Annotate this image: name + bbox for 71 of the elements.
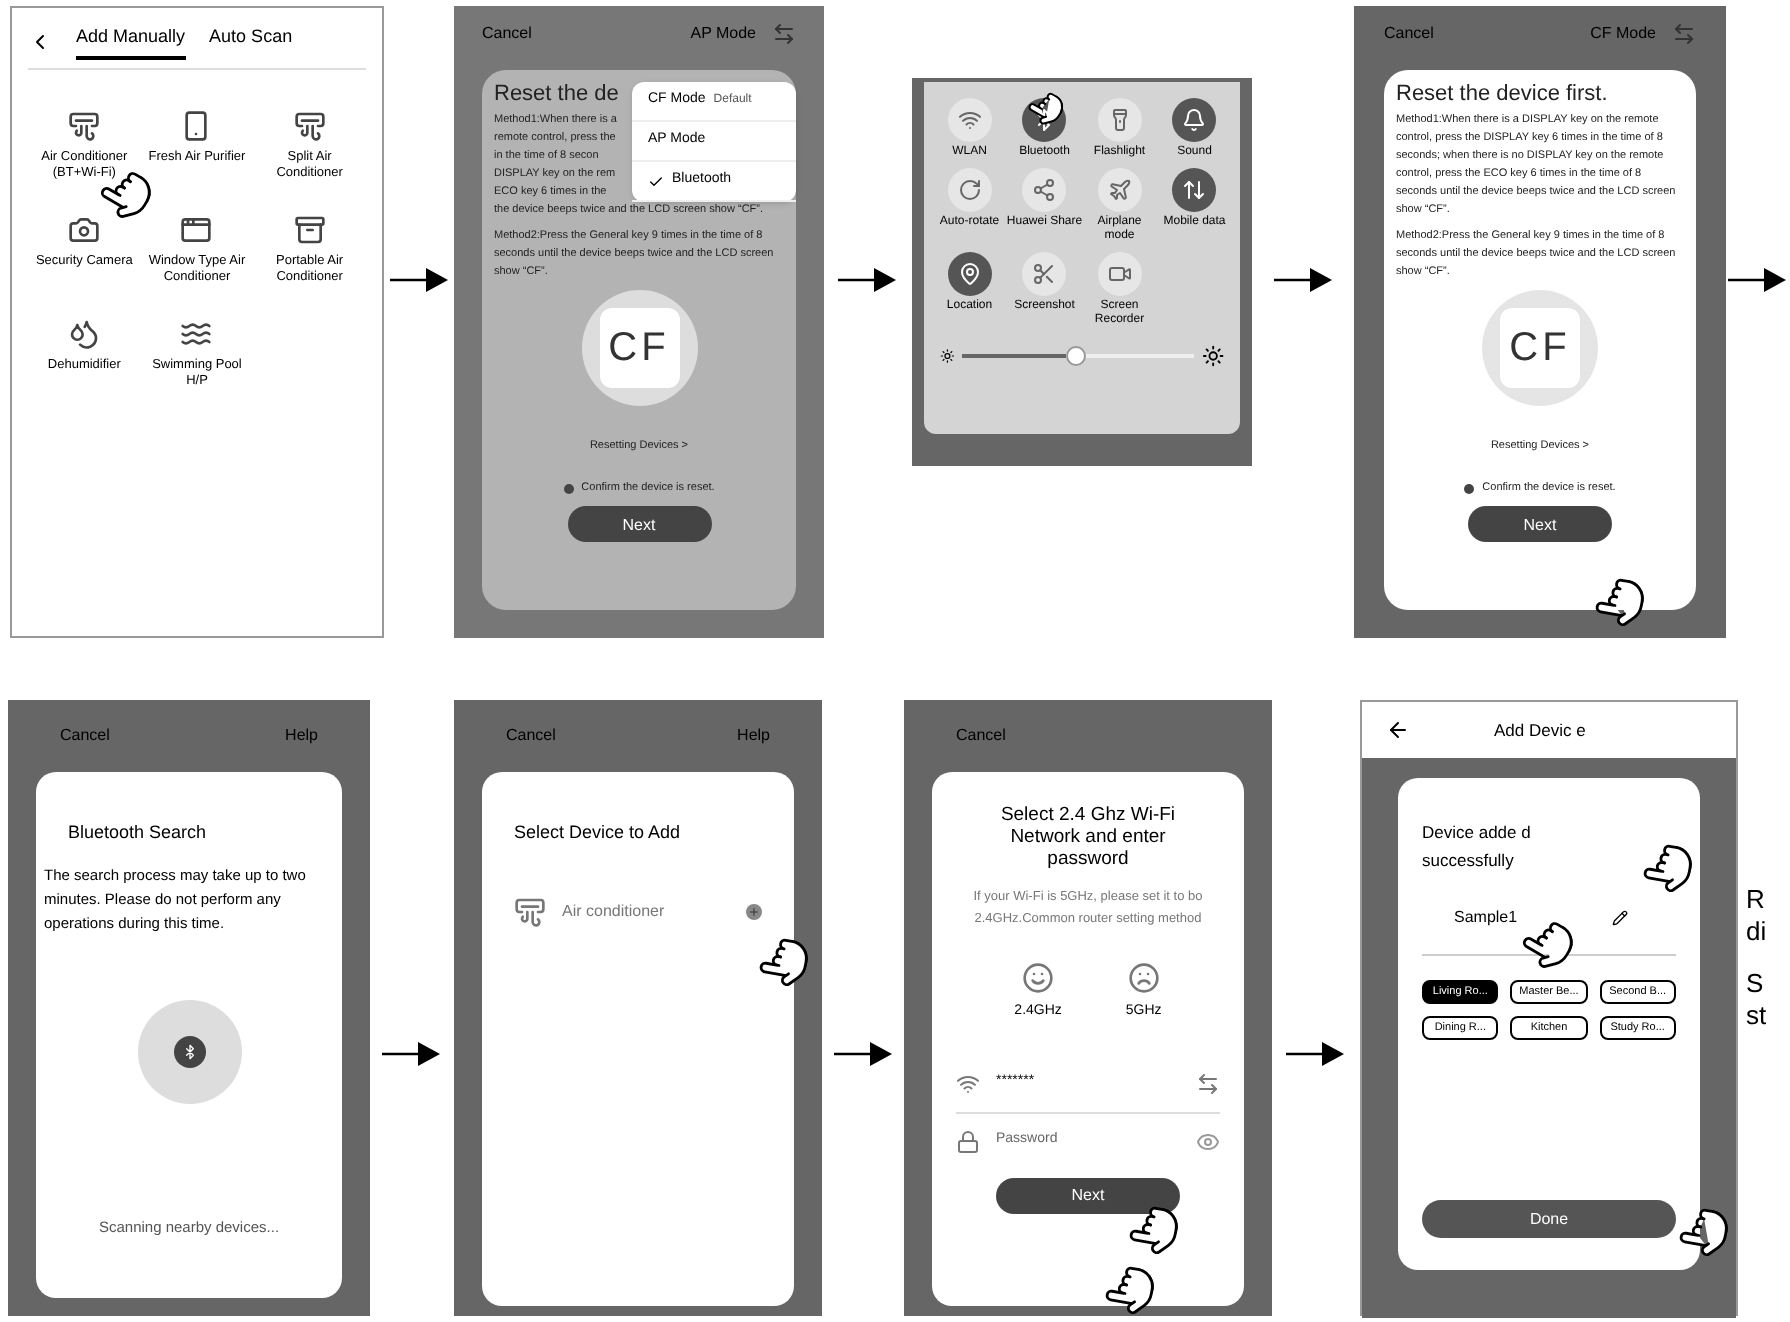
card-title: Reset the de <box>494 82 619 108</box>
smile-icon <box>1022 962 1055 994</box>
cancel-link[interactable]: Cancel <box>506 724 556 748</box>
rotate-icon <box>947 168 992 212</box>
arrow-icon <box>833 1040 893 1068</box>
switch-icon[interactable] <box>1672 22 1696 46</box>
help-link[interactable]: Help <box>285 724 318 748</box>
next-button[interactable]: Next <box>567 506 711 542</box>
appliance-icon <box>68 213 101 245</box>
video-camera-icon <box>1097 252 1142 296</box>
lock-icon <box>956 1129 980 1153</box>
add-button[interactable] <box>746 903 762 919</box>
plus-icon <box>748 905 760 917</box>
bell-icon <box>1172 98 1217 142</box>
flashlight-icon <box>1097 98 1142 142</box>
location-pin-icon <box>947 252 992 296</box>
frown-icon <box>1127 962 1160 994</box>
eye-icon[interactable] <box>1196 1129 1220 1153</box>
slider-thumb[interactable] <box>1066 346 1087 366</box>
help-link[interactable]: Help <box>737 724 770 748</box>
card-title: Bluetooth Search <box>66 820 209 846</box>
mode-label[interactable]: CF Mode <box>1590 22 1656 46</box>
scissors-icon <box>1022 252 1067 296</box>
card-title: Select Device to Add <box>514 820 683 846</box>
cancel-link[interactable]: Cancel <box>1384 22 1434 46</box>
cancel-link[interactable]: Cancel <box>60 724 110 748</box>
annotation-text: st <box>1746 1000 1767 1032</box>
screen-title: Add Devic e <box>1494 717 1586 743</box>
bright-icon <box>1201 344 1224 368</box>
cancel-link[interactable]: Cancel <box>956 724 1006 748</box>
device-name: Sample1 <box>1454 906 1518 930</box>
tab[interactable]: Add Manually <box>76 24 186 59</box>
success-message: Device adde d successfully <box>1422 820 1533 874</box>
lcd-display: CF <box>1482 290 1598 406</box>
share-icon <box>1022 168 1067 212</box>
tab[interactable]: Auto Scan <box>209 24 293 59</box>
air-conditioner-icon <box>514 895 546 927</box>
appliance-icon <box>68 109 101 141</box>
arrow-icon <box>1286 1040 1346 1068</box>
arrow-icon <box>838 266 898 294</box>
appliance-icon <box>180 109 213 141</box>
next-button[interactable]: Next <box>1468 506 1612 542</box>
wifi-icon <box>947 98 992 142</box>
back-icon[interactable] <box>1386 718 1410 742</box>
arrows-icon <box>1172 168 1217 212</box>
appliance-icon <box>180 317 213 349</box>
edit-icon[interactable] <box>1612 910 1628 926</box>
appliance-icon <box>293 213 326 245</box>
dim-icon <box>940 348 955 364</box>
device-name: Air conditioner <box>562 899 665 923</box>
airplane-icon <box>1097 168 1142 212</box>
annotation-text: S <box>1746 968 1766 1000</box>
switch-icon[interactable] <box>772 22 796 46</box>
appliance-icon <box>293 109 326 141</box>
lcd-display: CF <box>581 290 697 406</box>
switch-icon[interactable] <box>1196 1071 1220 1095</box>
wifi-icon <box>956 1071 980 1095</box>
card-title: Reset the device first. <box>1396 82 1610 108</box>
appliance-icon <box>180 213 213 245</box>
arrow-icon <box>1728 266 1788 294</box>
cancel-link[interactable]: Cancel <box>482 22 532 46</box>
next-button[interactable]: Next <box>996 1177 1180 1213</box>
done-button[interactable]: Done <box>1422 1200 1676 1238</box>
arrow-icon <box>1273 266 1333 294</box>
annotation-text: di <box>1746 916 1767 948</box>
arrow-icon <box>389 266 449 294</box>
annotation-text: R <box>1746 884 1767 916</box>
mode-label[interactable]: AP Mode <box>690 22 756 46</box>
arrow-icon <box>382 1040 442 1068</box>
card-title: Select 2.4 Ghz Wi-Fi Network and enter password <box>998 804 1178 870</box>
appliance-icon <box>68 317 101 349</box>
